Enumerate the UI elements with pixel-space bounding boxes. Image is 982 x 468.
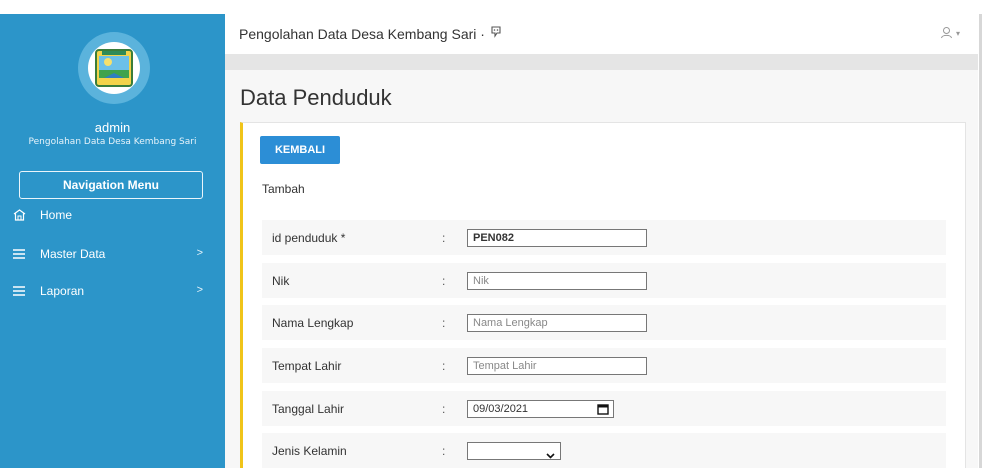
nik-input[interactable]	[467, 272, 647, 290]
nama-lengkap-input[interactable]	[467, 314, 647, 332]
app-title: Pengolahan Data Desa Kembang Sari ·	[239, 25, 503, 42]
field-label: id penduduk *	[272, 231, 346, 245]
form-row-nik: Nik :	[262, 263, 946, 298]
sidebar-item-label: Master Data	[40, 247, 106, 261]
sidebar-item-label: Laporan	[40, 284, 85, 298]
chevron-right-icon: >	[196, 247, 203, 259]
user-name: admin	[94, 120, 131, 135]
date-value: 09/03/2021	[473, 403, 529, 415]
form-row-tanggal-lahir: Tanggal Lahir : 09/03/2021	[262, 391, 946, 426]
field-label: Tanggal Lahir	[272, 402, 345, 416]
top-bar: Pengolahan Data Desa Kembang Sari · ▾	[225, 14, 982, 54]
user-menu[interactable]: ▾	[940, 26, 960, 41]
sidebar: admin Pengolahan Data Desa Kembang Sari …	[0, 14, 225, 468]
logo-ring	[78, 32, 150, 104]
id-penduduk-input[interactable]	[467, 229, 647, 247]
field-colon: :	[442, 231, 446, 245]
sidebar-item-master-data[interactable]: Master Data >	[0, 243, 225, 265]
back-button[interactable]: KEMBALI	[260, 136, 340, 164]
form-row-jenis-kelamin: Jenis Kelamin :	[262, 433, 946, 468]
field-colon: :	[442, 402, 446, 416]
menu-icon	[12, 249, 26, 259]
header-divider	[225, 54, 978, 70]
form-row-tempat-lahir: Tempat Lahir :	[262, 348, 946, 383]
sidebar-item-laporan[interactable]: Laporan >	[0, 280, 225, 302]
field-label: Tempat Lahir	[272, 359, 342, 373]
village-logo-icon	[88, 42, 140, 94]
caret-down-icon: ▾	[955, 29, 960, 38]
field-colon: :	[442, 444, 446, 458]
home-icon	[12, 209, 26, 221]
form-row-nama-lengkap: Nama Lengkap :	[262, 305, 946, 340]
chevron-right-icon: >	[196, 284, 203, 296]
page-title: Data Penduduk	[240, 85, 392, 110]
field-colon: :	[442, 316, 446, 330]
form-subtitle: Tambah	[262, 182, 305, 196]
form-row-id-penduduk: id penduduk * :	[262, 220, 946, 255]
tanggal-lahir-input[interactable]: 09/03/2021	[467, 400, 614, 418]
menu-icon	[12, 286, 26, 296]
field-label: Jenis Kelamin	[272, 444, 347, 458]
tempat-lahir-input[interactable]	[467, 357, 647, 375]
field-label: Nik	[272, 274, 290, 288]
navigation-menu-button[interactable]: Navigation Menu	[19, 171, 203, 199]
field-colon: :	[442, 359, 446, 373]
sidebar-item-home[interactable]: Home	[0, 204, 225, 226]
user-subtitle: Pengolahan Data Desa Kembang Sari	[28, 137, 197, 147]
calendar-icon[interactable]	[597, 403, 609, 418]
chevron-down-icon	[546, 446, 555, 464]
sidebar-item-label: Home	[40, 208, 73, 222]
github-icon[interactable]	[489, 25, 503, 42]
field-colon: :	[442, 274, 446, 288]
user-icon	[940, 26, 953, 41]
app-title-text: Pengolahan Data Desa Kembang Sari ·	[239, 25, 485, 42]
field-label: Nama Lengkap	[272, 316, 354, 330]
